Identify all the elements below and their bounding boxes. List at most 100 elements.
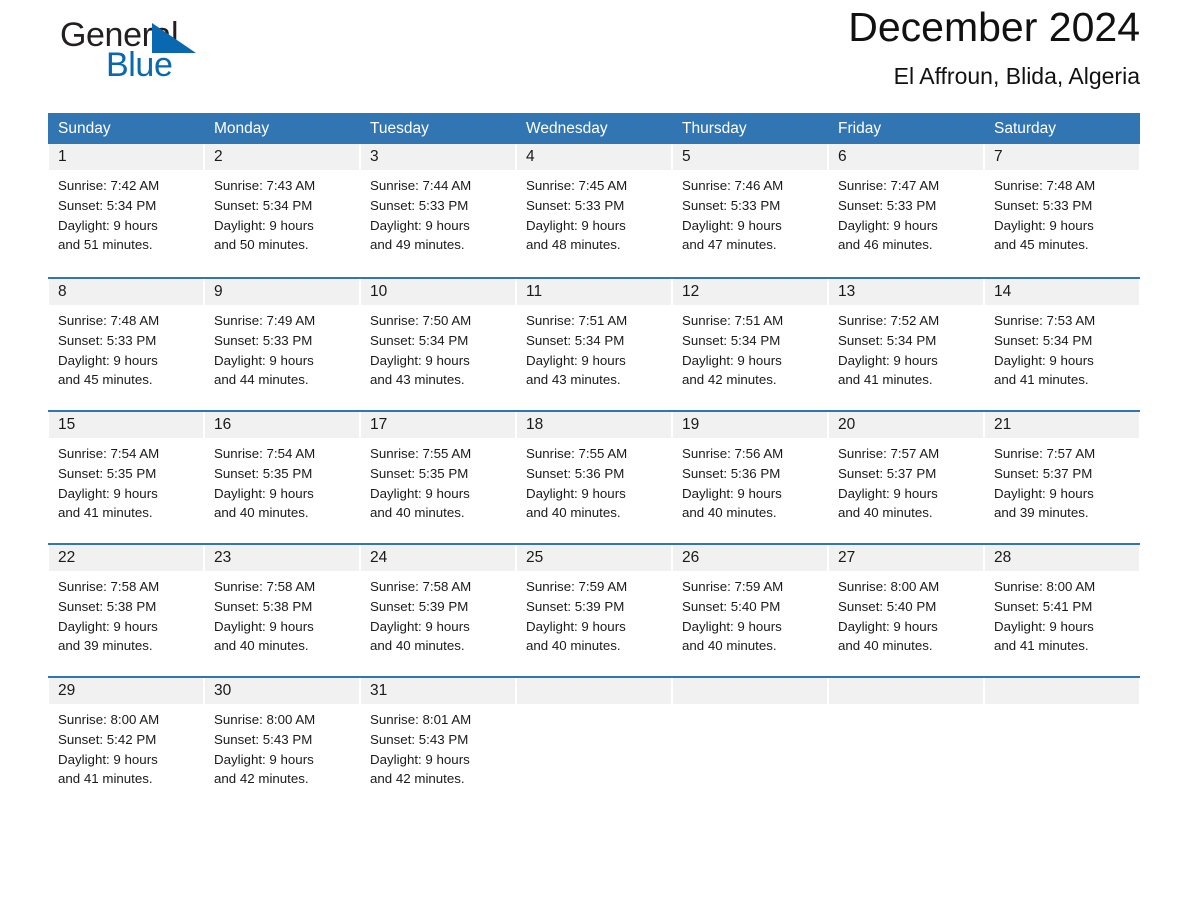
day-number: 27 bbox=[829, 545, 983, 571]
day-cell[interactable]: 19 Sunrise: 7:56 AM Sunset: 5:36 PM Dayl… bbox=[672, 412, 828, 543]
daylight-text-line2: and 40 minutes. bbox=[838, 505, 933, 521]
sunrise-text: Sunrise: 7:57 AM bbox=[838, 446, 940, 461]
sunrise-text: Sunrise: 8:00 AM bbox=[994, 579, 1096, 594]
day-cell[interactable]: 1 Sunrise: 7:42 AM Sunset: 5:34 PM Dayli… bbox=[48, 144, 204, 277]
day-cell[interactable]: 21 Sunrise: 7:57 AM Sunset: 5:37 PM Dayl… bbox=[984, 412, 1140, 543]
day-details: Sunrise: 7:58 AM Sunset: 5:39 PM Dayligh… bbox=[361, 571, 515, 656]
sunrise-text: Sunrise: 7:58 AM bbox=[58, 579, 160, 594]
daylight-text-line2: and 49 minutes. bbox=[370, 237, 465, 253]
day-number: 15 bbox=[49, 412, 203, 438]
day-cell[interactable]: 14 Sunrise: 7:53 AM Sunset: 5:34 PM Dayl… bbox=[984, 279, 1140, 410]
daylight-text-line2: and 40 minutes. bbox=[214, 638, 309, 654]
calendar-week-row: 8 Sunrise: 7:48 AM Sunset: 5:33 PM Dayli… bbox=[48, 277, 1140, 410]
day-cell[interactable]: 8 Sunrise: 7:48 AM Sunset: 5:33 PM Dayli… bbox=[48, 279, 204, 410]
day-cell[interactable]: 11 Sunrise: 7:51 AM Sunset: 5:34 PM Dayl… bbox=[516, 279, 672, 410]
daylight-text-line1: Daylight: 9 hours bbox=[58, 751, 158, 767]
day-details: Sunrise: 7:57 AM Sunset: 5:37 PM Dayligh… bbox=[829, 438, 983, 523]
daylight-text-line1: Daylight: 9 hours bbox=[214, 352, 314, 368]
day-number bbox=[517, 678, 671, 704]
day-number: 8 bbox=[49, 279, 203, 305]
daylight-text-line2: and 41 minutes. bbox=[994, 372, 1089, 388]
day-cell[interactable]: 23 Sunrise: 7:58 AM Sunset: 5:38 PM Dayl… bbox=[204, 545, 360, 676]
day-number bbox=[829, 678, 983, 704]
sunset-text: Sunset: 5:33 PM bbox=[994, 197, 1093, 213]
day-cell[interactable]: 17 Sunrise: 7:55 AM Sunset: 5:35 PM Dayl… bbox=[360, 412, 516, 543]
day-number: 22 bbox=[49, 545, 203, 571]
sunrise-text: Sunrise: 7:57 AM bbox=[994, 446, 1096, 461]
weekday-header-tuesday: Tuesday bbox=[370, 120, 429, 137]
daylight-text-line2: and 47 minutes. bbox=[682, 237, 777, 253]
day-cell[interactable]: 4 Sunrise: 7:45 AM Sunset: 5:33 PM Dayli… bbox=[516, 144, 672, 277]
day-details: Sunrise: 7:48 AM Sunset: 5:33 PM Dayligh… bbox=[985, 170, 1139, 255]
sunset-text: Sunset: 5:38 PM bbox=[58, 598, 157, 614]
daylight-text-line1: Daylight: 9 hours bbox=[526, 352, 626, 368]
day-cell[interactable]: 30 Sunrise: 8:00 AM Sunset: 5:43 PM Dayl… bbox=[204, 678, 360, 809]
sunrise-text: Sunrise: 7:48 AM bbox=[58, 313, 160, 328]
day-cell[interactable]: 29 Sunrise: 8:00 AM Sunset: 5:42 PM Dayl… bbox=[48, 678, 204, 809]
day-cell[interactable]: 16 Sunrise: 7:54 AM Sunset: 5:35 PM Dayl… bbox=[204, 412, 360, 543]
day-cell[interactable]: 28 Sunrise: 8:00 AM Sunset: 5:41 PM Dayl… bbox=[984, 545, 1140, 676]
sunrise-text: Sunrise: 7:52 AM bbox=[838, 313, 940, 328]
day-cell[interactable]: 31 Sunrise: 8:01 AM Sunset: 5:43 PM Dayl… bbox=[360, 678, 516, 809]
sunrise-text: Sunrise: 7:55 AM bbox=[370, 446, 472, 461]
day-cell[interactable]: 18 Sunrise: 7:55 AM Sunset: 5:36 PM Dayl… bbox=[516, 412, 672, 543]
day-details: Sunrise: 7:51 AM Sunset: 5:34 PM Dayligh… bbox=[517, 305, 671, 390]
sunset-text: Sunset: 5:34 PM bbox=[214, 197, 313, 213]
day-cell[interactable]: 6 Sunrise: 7:47 AM Sunset: 5:33 PM Dayli… bbox=[828, 144, 984, 277]
sunset-text: Sunset: 5:34 PM bbox=[58, 197, 157, 213]
daylight-text-line2: and 44 minutes. bbox=[214, 372, 309, 388]
day-number: 25 bbox=[517, 545, 671, 571]
day-details: Sunrise: 8:00 AM Sunset: 5:41 PM Dayligh… bbox=[985, 571, 1139, 656]
sunrise-text: Sunrise: 7:59 AM bbox=[682, 579, 784, 594]
day-cell[interactable]: 26 Sunrise: 7:59 AM Sunset: 5:40 PM Dayl… bbox=[672, 545, 828, 676]
calendar-week-row: 29 Sunrise: 8:00 AM Sunset: 5:42 PM Dayl… bbox=[48, 676, 1140, 809]
weekday-header-thursday: Thursday bbox=[682, 120, 747, 137]
day-cell[interactable]: 13 Sunrise: 7:52 AM Sunset: 5:34 PM Dayl… bbox=[828, 279, 984, 410]
day-details: Sunrise: 8:00 AM Sunset: 5:43 PM Dayligh… bbox=[205, 704, 359, 789]
daylight-text-line2: and 41 minutes. bbox=[994, 638, 1089, 654]
day-cell[interactable]: 9 Sunrise: 7:49 AM Sunset: 5:33 PM Dayli… bbox=[204, 279, 360, 410]
sunset-text: Sunset: 5:35 PM bbox=[370, 465, 469, 481]
daylight-text-line2: and 40 minutes. bbox=[370, 505, 465, 521]
day-cell[interactable]: 20 Sunrise: 7:57 AM Sunset: 5:37 PM Dayl… bbox=[828, 412, 984, 543]
daylight-text-line1: Daylight: 9 hours bbox=[526, 217, 626, 233]
daylight-text-line1: Daylight: 9 hours bbox=[838, 217, 938, 233]
day-details: Sunrise: 7:43 AM Sunset: 5:34 PM Dayligh… bbox=[205, 170, 359, 255]
day-cell[interactable]: 24 Sunrise: 7:58 AM Sunset: 5:39 PM Dayl… bbox=[360, 545, 516, 676]
day-details: Sunrise: 7:55 AM Sunset: 5:36 PM Dayligh… bbox=[517, 438, 671, 523]
day-cell[interactable]: 7 Sunrise: 7:48 AM Sunset: 5:33 PM Dayli… bbox=[984, 144, 1140, 277]
daylight-text-line2: and 40 minutes. bbox=[682, 505, 777, 521]
day-cell[interactable]: 25 Sunrise: 7:59 AM Sunset: 5:39 PM Dayl… bbox=[516, 545, 672, 676]
day-cell[interactable]: 15 Sunrise: 7:54 AM Sunset: 5:35 PM Dayl… bbox=[48, 412, 204, 543]
day-cell[interactable]: 5 Sunrise: 7:46 AM Sunset: 5:33 PM Dayli… bbox=[672, 144, 828, 277]
sunset-text: Sunset: 5:35 PM bbox=[214, 465, 313, 481]
day-number: 16 bbox=[205, 412, 359, 438]
daylight-text-line2: and 46 minutes. bbox=[838, 237, 933, 253]
page-header: General Blue December 2024 El Affroun, B… bbox=[48, 0, 1140, 113]
sunset-text: Sunset: 5:37 PM bbox=[994, 465, 1093, 481]
sunrise-text: Sunrise: 8:00 AM bbox=[214, 712, 316, 727]
page-subtitle-location: El Affroun, Blida, Algeria bbox=[893, 63, 1140, 89]
sunrise-text: Sunrise: 7:51 AM bbox=[526, 313, 628, 328]
calendar-page: General Blue December 2024 El Affroun, B… bbox=[0, 0, 1188, 918]
day-cell[interactable]: 2 Sunrise: 7:43 AM Sunset: 5:34 PM Dayli… bbox=[204, 144, 360, 277]
sunrise-text: Sunrise: 7:45 AM bbox=[526, 178, 628, 193]
day-cell[interactable]: 3 Sunrise: 7:44 AM Sunset: 5:33 PM Dayli… bbox=[360, 144, 516, 277]
day-cell[interactable]: 12 Sunrise: 7:51 AM Sunset: 5:34 PM Dayl… bbox=[672, 279, 828, 410]
sunrise-text: Sunrise: 7:54 AM bbox=[214, 446, 316, 461]
sunset-text: Sunset: 5:39 PM bbox=[370, 598, 469, 614]
day-details: Sunrise: 7:51 AM Sunset: 5:34 PM Dayligh… bbox=[673, 305, 827, 390]
sunset-text: Sunset: 5:34 PM bbox=[682, 332, 781, 348]
daylight-text-line1: Daylight: 9 hours bbox=[58, 217, 158, 233]
daylight-text-line2: and 45 minutes. bbox=[994, 237, 1089, 253]
sunrise-text: Sunrise: 7:43 AM bbox=[214, 178, 316, 193]
calendar-week-row: 15 Sunrise: 7:54 AM Sunset: 5:35 PM Dayl… bbox=[48, 410, 1140, 543]
day-cell[interactable]: 10 Sunrise: 7:50 AM Sunset: 5:34 PM Dayl… bbox=[360, 279, 516, 410]
calendar-week-row: 1 Sunrise: 7:42 AM Sunset: 5:34 PM Dayli… bbox=[48, 144, 1140, 277]
day-cell[interactable]: 22 Sunrise: 7:58 AM Sunset: 5:38 PM Dayl… bbox=[48, 545, 204, 676]
sunrise-text: Sunrise: 7:51 AM bbox=[682, 313, 784, 328]
daylight-text-line1: Daylight: 9 hours bbox=[682, 352, 782, 368]
sunset-text: Sunset: 5:40 PM bbox=[682, 598, 781, 614]
daylight-text-line2: and 39 minutes. bbox=[58, 638, 153, 654]
day-cell[interactable]: 27 Sunrise: 8:00 AM Sunset: 5:40 PM Dayl… bbox=[828, 545, 984, 676]
